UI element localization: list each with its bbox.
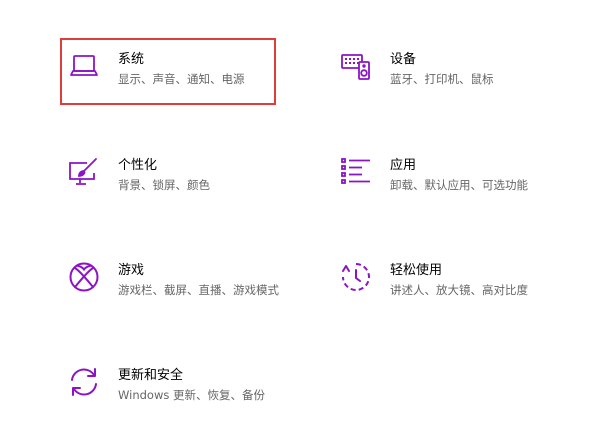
apps-list-icon: [340, 156, 372, 188]
settings-tile-personalization[interactable]: 个性化 背景、锁屏、颜色: [68, 156, 298, 193]
tile-title: 轻松使用: [390, 263, 443, 278]
tile-title: 应用: [390, 158, 417, 173]
settings-home: 系统 显示、声音、通知、电源 设备 蓝牙、打印机、鼠标 个性化 背景、锁屏、颜色…: [0, 0, 600, 430]
tile-title: 个性化: [118, 158, 158, 173]
paint-brush-icon: [68, 156, 100, 188]
tile-text: 游戏 游戏栏、截屏、直播、游戏模式: [118, 261, 279, 298]
tile-description: 卸载、默认应用、可选功能: [390, 178, 528, 192]
keyboard-speaker-icon: [340, 50, 372, 82]
xbox-icon: [68, 261, 100, 293]
settings-tile-system[interactable]: 系统 显示、声音、通知、电源: [60, 38, 276, 105]
tile-description: 显示、声音、通知、电源: [118, 72, 245, 86]
tile-text: 系统 显示、声音、通知、电源: [118, 50, 245, 87]
tile-description: Windows 更新、恢复、备份: [118, 388, 265, 402]
tile-description: 讲述人、放大镜、高对比度: [390, 283, 528, 297]
settings-tile-devices[interactable]: 设备 蓝牙、打印机、鼠标: [340, 50, 570, 87]
ease-of-access-icon: [340, 261, 372, 293]
tile-text: 轻松使用 讲述人、放大镜、高对比度: [390, 261, 528, 298]
tile-title: 游戏: [118, 263, 145, 278]
tile-text: 设备 蓝牙、打印机、鼠标: [390, 50, 494, 87]
laptop-icon: [68, 50, 100, 82]
tile-text: 应用 卸载、默认应用、可选功能: [390, 156, 528, 193]
tile-description: 蓝牙、打印机、鼠标: [390, 72, 494, 86]
sync-icon: [68, 366, 100, 398]
tile-description: 背景、锁屏、颜色: [118, 178, 210, 192]
settings-tile-update-security[interactable]: 更新和安全 Windows 更新、恢复、备份: [68, 366, 318, 403]
tile-text: 个性化 背景、锁屏、颜色: [118, 156, 210, 193]
tile-title: 系统: [118, 52, 145, 67]
tile-title: 设备: [390, 52, 417, 67]
settings-tile-gaming[interactable]: 游戏 游戏栏、截屏、直播、游戏模式: [68, 261, 318, 298]
settings-tile-accessibility[interactable]: 轻松使用 讲述人、放大镜、高对比度: [340, 261, 580, 298]
tile-description: 游戏栏、截屏、直播、游戏模式: [118, 283, 279, 297]
tile-text: 更新和安全 Windows 更新、恢复、备份: [118, 366, 265, 403]
settings-tile-apps[interactable]: 应用 卸载、默认应用、可选功能: [340, 156, 580, 193]
tile-title: 更新和安全: [118, 368, 184, 383]
